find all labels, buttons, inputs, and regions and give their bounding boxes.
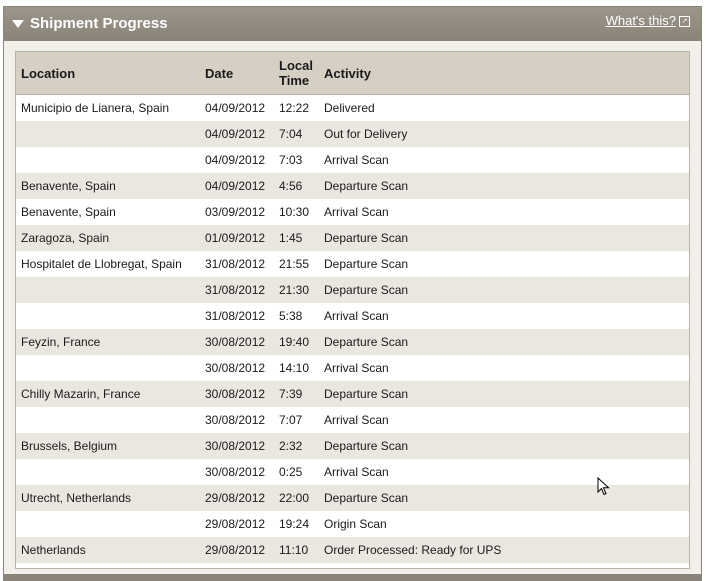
cell-activity: Departure Scan [324, 491, 409, 505]
cell-location: Municipio de Lianera, Spain [21, 101, 170, 115]
whats-this-link[interactable]: What's this? [606, 13, 676, 28]
cell-location: Chilly Mazarin, France [21, 387, 141, 401]
cell-date: 03/09/2012 [205, 205, 266, 219]
cell-activity: Order Processed: Ready for UPS [324, 543, 502, 557]
cell-local-time: 19:40 [279, 335, 310, 349]
cell-activity: Origin Scan [324, 517, 387, 531]
cell-date: 31/08/2012 [205, 309, 266, 323]
table-row: Benavente, Spain 03/09/2012 10:30 Arrival S… [16, 199, 689, 225]
mouse-pointer-icon [597, 477, 610, 496]
cell-date: 30/08/2012 [205, 413, 266, 427]
cell-local-time: 21:30 [279, 283, 310, 297]
cell-date: 29/08/2012 [205, 543, 266, 557]
cell-activity: Arrival Scan [324, 309, 389, 323]
table-header: Location Date Local Time Activity [16, 52, 689, 95]
cell-location: Zaragoza, Spain [21, 231, 110, 245]
cell-date: 30/08/2012 [205, 387, 266, 401]
table-row: Brussels, Belgium 30/08/2012 2:32 Departure… [16, 433, 689, 459]
cell-date: 30/08/2012 [205, 439, 266, 453]
cell-activity: Departure Scan [324, 439, 409, 453]
cell-local-time: 7:07 [279, 413, 303, 427]
cell-activity: Arrival Scan [324, 413, 389, 427]
cell-activity: Arrival Scan [324, 465, 389, 479]
cell-activity: Departure Scan [324, 387, 409, 401]
table-row: 29/08/2012 19:24 Origin Scan [16, 511, 689, 537]
cell-local-time: 4:56 [279, 179, 303, 193]
cell-location: Benavente, Spain [21, 179, 116, 193]
cell-local-time: 7:03 [279, 153, 303, 167]
column-header-activity: Activity [324, 66, 371, 81]
column-header-location: Location [21, 66, 76, 81]
cell-location: Hospitalet de Llobregat, Spain [21, 257, 182, 271]
table-row: Chilly Mazarin, France 30/08/2012 7:39 Depa… [16, 381, 689, 407]
panel-header[interactable]: Shipment Progress What's this? ↗ [4, 7, 701, 41]
cell-local-time: 11:10 [279, 543, 309, 557]
cell-date: 04/09/2012 [205, 127, 266, 141]
cell-location: Benavente, Spain [21, 205, 116, 219]
external-link-icon[interactable]: ↗ [679, 16, 690, 27]
cell-local-time: 2:32 [279, 439, 303, 453]
cell-date: 29/08/2012 [205, 517, 266, 531]
cell-local-time: 7:39 [279, 387, 303, 401]
table-row: 30/08/2012 7:07 Arrival Scan [16, 407, 689, 433]
cell-date: 04/09/2012 [205, 101, 266, 115]
table-row: Utrecht, Netherlands 29/08/2012 22:00 Depar… [16, 485, 689, 511]
table-row: 30/08/2012 0:25 Arrival Scan [16, 459, 689, 485]
cell-local-time: 0:25 [279, 465, 303, 479]
cell-activity: Arrival Scan [324, 153, 389, 167]
panel-title[interactable]: Shipment Progress [30, 15, 168, 32]
cell-activity: Arrival Scan [324, 205, 389, 219]
table-row: 04/09/2012 7:04 Out for Delivery [16, 121, 689, 147]
column-header-date: Date [205, 66, 234, 81]
cell-location: Netherlands [21, 543, 86, 557]
cell-location: Brussels, Belgium [21, 439, 118, 453]
cell-date: 30/08/2012 [205, 465, 266, 479]
panel-bottom-border [3, 574, 702, 581]
cell-local-time: 12:22 [279, 101, 310, 115]
shipment-table: Location Date Local Time Activity Munici… [15, 51, 690, 569]
column-header-local-time: Local Time [279, 58, 313, 88]
cell-activity: Departure Scan [324, 335, 409, 349]
cell-local-time: 14:10 [279, 361, 310, 375]
cell-location: Utrecht, Netherlands [21, 491, 132, 505]
table-row: Benavente, Spain 04/09/2012 4:56 Departure … [16, 173, 689, 199]
table-row: 30/08/2012 14:10 Arrival Scan [16, 355, 689, 381]
table-row: Municipio de Lianera, Spain 04/09/2012 12:… [16, 95, 689, 121]
table-row: Netherlands 29/08/2012 11:10 Order Processe… [16, 537, 689, 563]
cell-date: 04/09/2012 [205, 179, 266, 193]
cell-local-time: 21:55 [279, 257, 310, 271]
cell-date: 04/09/2012 [205, 153, 266, 167]
cell-date: 31/08/2012 [205, 283, 266, 297]
cell-date: 01/09/2012 [205, 231, 266, 245]
table-row: Hospitalet de Llobregat, Spain 31/08/2012… [16, 251, 689, 277]
cell-local-time: 7:04 [279, 127, 303, 141]
table-row: 31/08/2012 5:38 Arrival Scan [16, 303, 689, 329]
cell-local-time: 19:24 [279, 517, 310, 531]
cell-location: Feyzin, France [21, 335, 101, 349]
table-body: Municipio de Lianera, Spain 04/09/2012 12:… [16, 95, 689, 563]
cell-date: 29/08/2012 [205, 491, 266, 505]
cell-date: 31/08/2012 [205, 257, 266, 271]
cell-local-time: 22:00 [279, 491, 310, 505]
cell-activity: Departure Scan [324, 179, 409, 193]
cell-local-time: 1:45 [279, 231, 303, 245]
cell-activity: Departure Scan [324, 257, 409, 271]
cell-local-time: 10:30 [279, 205, 310, 219]
table-row: Feyzin, France 30/08/2012 19:40 Departure S… [16, 329, 689, 355]
table-row: Zaragoza, Spain 01/09/2012 1:45 Departure S… [16, 225, 689, 251]
cell-date: 30/08/2012 [205, 335, 266, 349]
cell-activity: Out for Delivery [324, 127, 408, 141]
cell-activity: Departure Scan [324, 231, 409, 245]
column-header-local-time-line1: Local [279, 58, 313, 73]
cell-activity: Delivered [324, 101, 375, 115]
triangle-down-icon[interactable] [12, 20, 24, 28]
table-row: 31/08/2012 21:30 Departure Scan [16, 277, 689, 303]
cell-activity: Arrival Scan [324, 361, 389, 375]
cell-activity: Departure Scan [324, 283, 409, 297]
cell-date: 30/08/2012 [205, 361, 266, 375]
table-row: 04/09/2012 7:03 Arrival Scan [16, 147, 689, 173]
cell-local-time: 5:38 [279, 309, 303, 323]
column-header-local-time-line2: Time [279, 73, 310, 88]
